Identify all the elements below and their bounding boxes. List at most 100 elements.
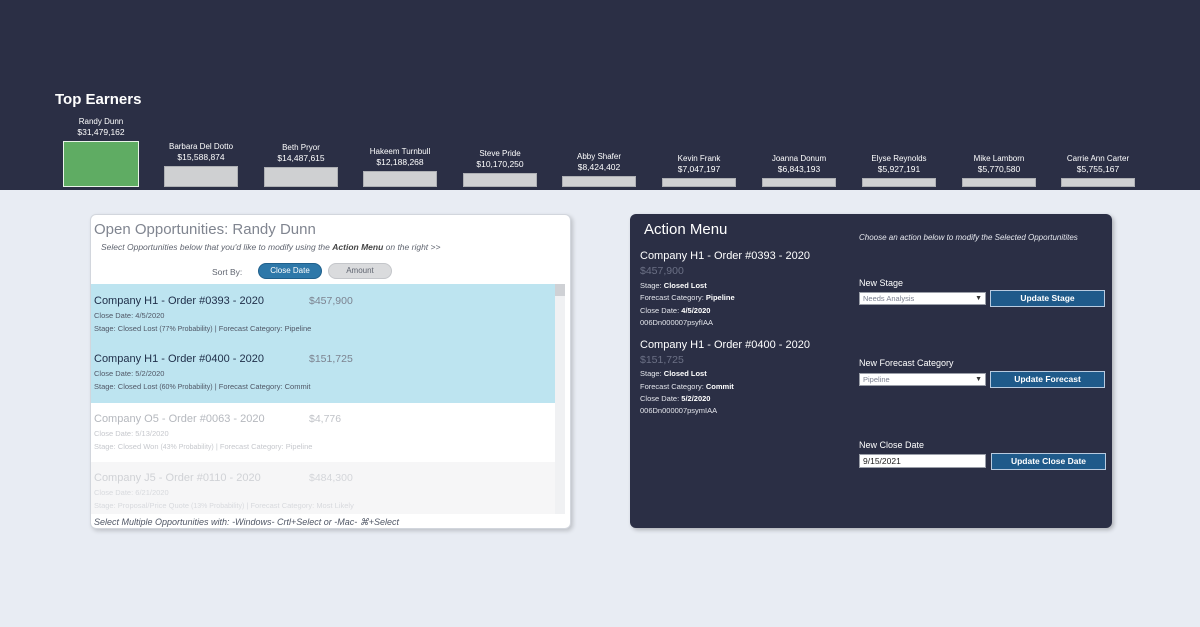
stage-label: Stage: [640,369,664,378]
subtitle-text-pre: Select Opportunities below that you'd li… [101,242,333,252]
list-item[interactable]: Company J5 - Order #0110 - 2020 $484,300… [91,462,555,514]
opportunities-panel: Open Opportunities: Randy Dunn Select Op… [90,214,571,529]
opportunity-title: Company H1 - Order #0393 - 2020 [94,295,264,307]
stage-prefix: Stage: [94,442,118,451]
opportunity-close-date: Close Date: 4/5/2020 [94,311,165,320]
earner-bar[interactable] [662,178,736,187]
selected-stage: Stage: Closed Lost [640,369,707,378]
earner-bar[interactable] [962,178,1036,187]
new-close-date-input[interactable]: 9/15/2021 [859,454,986,468]
earner-amount: $8,424,402 [577,162,621,172]
sort-close-date-button[interactable]: Close Date [258,263,322,279]
earner-amount: $6,843,193 [777,164,821,174]
list-item[interactable]: Company O5 - Order #0063 - 2020 $4,776 C… [91,403,555,462]
earner-amount: $7,047,197 [677,164,721,174]
new-close-date-label: New Close Date [859,440,925,450]
selected-opportunity-title: Company H1 - Order #0393 - 2020 [640,250,810,262]
forecast-label: Forecast Category: [640,293,706,302]
list-scrollbar-thumb[interactable] [555,284,565,296]
update-close-date-button[interactable]: Update Close Date [991,453,1106,470]
action-menu-title: Action Menu [644,221,728,238]
forecast-label: Forecast Category: [640,382,706,391]
stage-value: Proposal/Price Quote [117,501,190,510]
earner-name: Abby Shafer [576,152,622,161]
action-menu-panel: Action Menu Company H1 - Order #0393 - 2… [630,214,1112,528]
new-forecast-select[interactable]: Pipeline ▼ [859,373,986,386]
selected-record-id: 006Dn000007psyfIAA [640,318,713,327]
opportunity-amount: $4,776 [309,413,342,425]
sort-amount-button[interactable]: Amount [328,263,392,279]
stage-value: Closed Lost [117,382,158,391]
forecast-value: Pipeline [705,293,735,302]
action-hint: Choose an action below to modify the Sel… [859,233,1078,242]
forecast-value: Commit [705,382,734,391]
forecast-value: Most Likely [316,501,354,510]
earner-amount: $15,588,874 [177,152,225,162]
earner-label: Barbara Del Dotto $15,588,874 [156,142,246,163]
opportunity-title: Company J5 - Order #0110 - 2020 [94,472,261,484]
forecast-value: Pipeline [284,324,312,333]
new-stage-label: New Stage [859,278,904,288]
earner-name: Steve Pride [479,149,521,158]
top-earners-title: Top Earners [55,91,142,108]
earner-label: Hakeem Turnbull $12,188,268 [355,147,445,168]
opportunity-stage-line: Stage: Proposal/Price Quote (13% Probabi… [94,501,354,510]
earner-name: Mike Lamborn [973,154,1025,163]
multi-select-hint: Select Multiple Opportunities with: -Win… [94,517,400,527]
earner-label: Kevin Frank $7,047,197 [654,154,744,175]
earner-bar[interactable] [363,171,437,187]
new-forecast-value: Pipeline [863,375,890,384]
sort-by-label: Sort By: [212,267,243,277]
earner-label: Elyse Reynolds $5,927,191 [854,154,944,175]
opportunity-title: Company H1 - Order #0400 - 2020 [94,353,264,365]
earner-bar[interactable] [164,166,238,187]
earner-bar[interactable] [762,178,836,187]
subtitle-text-bold: Action Menu [332,242,384,252]
chevron-down-icon: ▼ [975,295,982,302]
close-date-label: Close Date: [640,306,682,315]
earner-bar[interactable] [1061,178,1135,187]
earner-amount: $12,188,268 [376,157,424,167]
earner-label: Joanna Donum $6,843,193 [754,154,844,175]
earner-amount: $14,487,615 [277,153,325,163]
stage-value: Closed Lost [663,281,707,290]
stage-probability: (77% Probability) [157,326,213,333]
earner-name: Joanna Donum [771,154,827,163]
update-stage-button[interactable]: Update Stage [990,290,1105,307]
earner-bar[interactable] [463,173,537,187]
top-earners-banner: Top Earners Randy Dunn $31,479,162 Barbara… [0,0,1200,190]
selected-stage: Stage: Closed Lost [640,281,707,290]
opportunities-subtitle: Select Opportunities below that you'd li… [101,242,440,252]
earner-name: Hakeem Turnbull [369,147,431,156]
earner-amount: $5,755,167 [1076,164,1120,174]
forecast-value: Commit [284,382,311,391]
stage-prefix: Stage: [94,501,118,510]
stage-probability: (13% Probability) [189,503,245,510]
opportunity-amount: $457,900 [309,295,353,307]
selected-forecast: Forecast Category: Pipeline [640,293,735,302]
earner-bar[interactable] [562,176,636,187]
selected-close-date: Close Date: 5/2/2020 [640,394,710,403]
earner-bar[interactable] [63,141,139,187]
opportunity-close-date: Close Date: 6/21/2020 [94,488,169,497]
earner-label: Randy Dunn $31,479,162 [56,117,146,138]
opportunity-amount: $484,300 [309,472,353,484]
earner-bar[interactable] [264,167,338,187]
earner-label: Beth Pryor $14,487,615 [256,143,346,164]
stage-probability: (60% Probability) [157,384,213,391]
stage-value: Closed Lost [117,324,158,333]
earner-name: Randy Dunn [78,117,124,126]
list-scrollbar[interactable] [555,284,565,514]
close-date-value: 4/5/2020 [681,306,711,315]
list-item[interactable]: Company H1 - Order #0400 - 2020 $151,725… [91,343,555,403]
opportunity-stage-line: Stage: Closed Won (43% Probability) | Fo… [94,442,312,451]
selected-forecast: Forecast Category: Commit [640,382,734,391]
subtitle-text-post: on the right >> [383,242,441,252]
new-stage-select[interactable]: Needs Analysis ▼ [859,292,986,305]
new-stage-value: Needs Analysis [863,294,915,303]
earner-bar[interactable] [862,178,936,187]
earner-label: Mike Lamborn $5,770,580 [954,154,1044,175]
update-forecast-button[interactable]: Update Forecast [990,371,1105,388]
opportunity-list[interactable]: Company H1 - Order #0393 - 2020 $457,900… [91,284,555,514]
list-item[interactable]: Company H1 - Order #0393 - 2020 $457,900… [91,284,555,343]
